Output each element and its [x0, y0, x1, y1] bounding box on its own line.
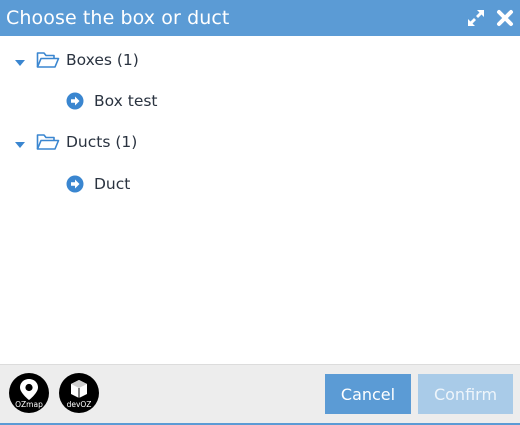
- caret-down-icon[interactable]: [14, 54, 26, 66]
- dialog-title: Choose the box or duct: [6, 7, 230, 29]
- tree-item-duct[interactable]: Duct: [66, 172, 130, 196]
- dialog-titlebar: Choose the box or duct: [0, 0, 520, 36]
- logo-text: OZmap: [15, 400, 43, 409]
- folder-open-icon: [36, 132, 60, 152]
- expand-icon[interactable]: [466, 8, 486, 28]
- ozmap-logo: OZmap: [9, 373, 49, 413]
- dialog-footer: OZmap devOZ Cancel Confirm: [0, 364, 520, 425]
- cancel-button[interactable]: Cancel: [325, 374, 411, 414]
- tree-item-box-test[interactable]: Box test: [66, 89, 158, 113]
- logo-text: devOZ: [66, 400, 92, 409]
- caret-down-icon[interactable]: [14, 136, 26, 148]
- tree-group-label: Boxes (1): [66, 51, 139, 69]
- arrow-circle-right-icon: [66, 92, 84, 110]
- tree-group-ducts[interactable]: Ducts (1): [14, 130, 137, 154]
- tree-group-boxes[interactable]: Boxes (1): [14, 48, 139, 72]
- devoz-logo: devOZ: [59, 373, 99, 413]
- tree-item-label: Duct: [94, 175, 131, 193]
- confirm-button[interactable]: Confirm: [418, 374, 513, 414]
- tree-item-label: Box test: [94, 92, 158, 110]
- folder-open-icon: [36, 50, 60, 70]
- arrow-circle-right-icon: [66, 175, 84, 193]
- tree-group-label: Ducts (1): [66, 133, 138, 151]
- close-icon[interactable]: [495, 8, 515, 28]
